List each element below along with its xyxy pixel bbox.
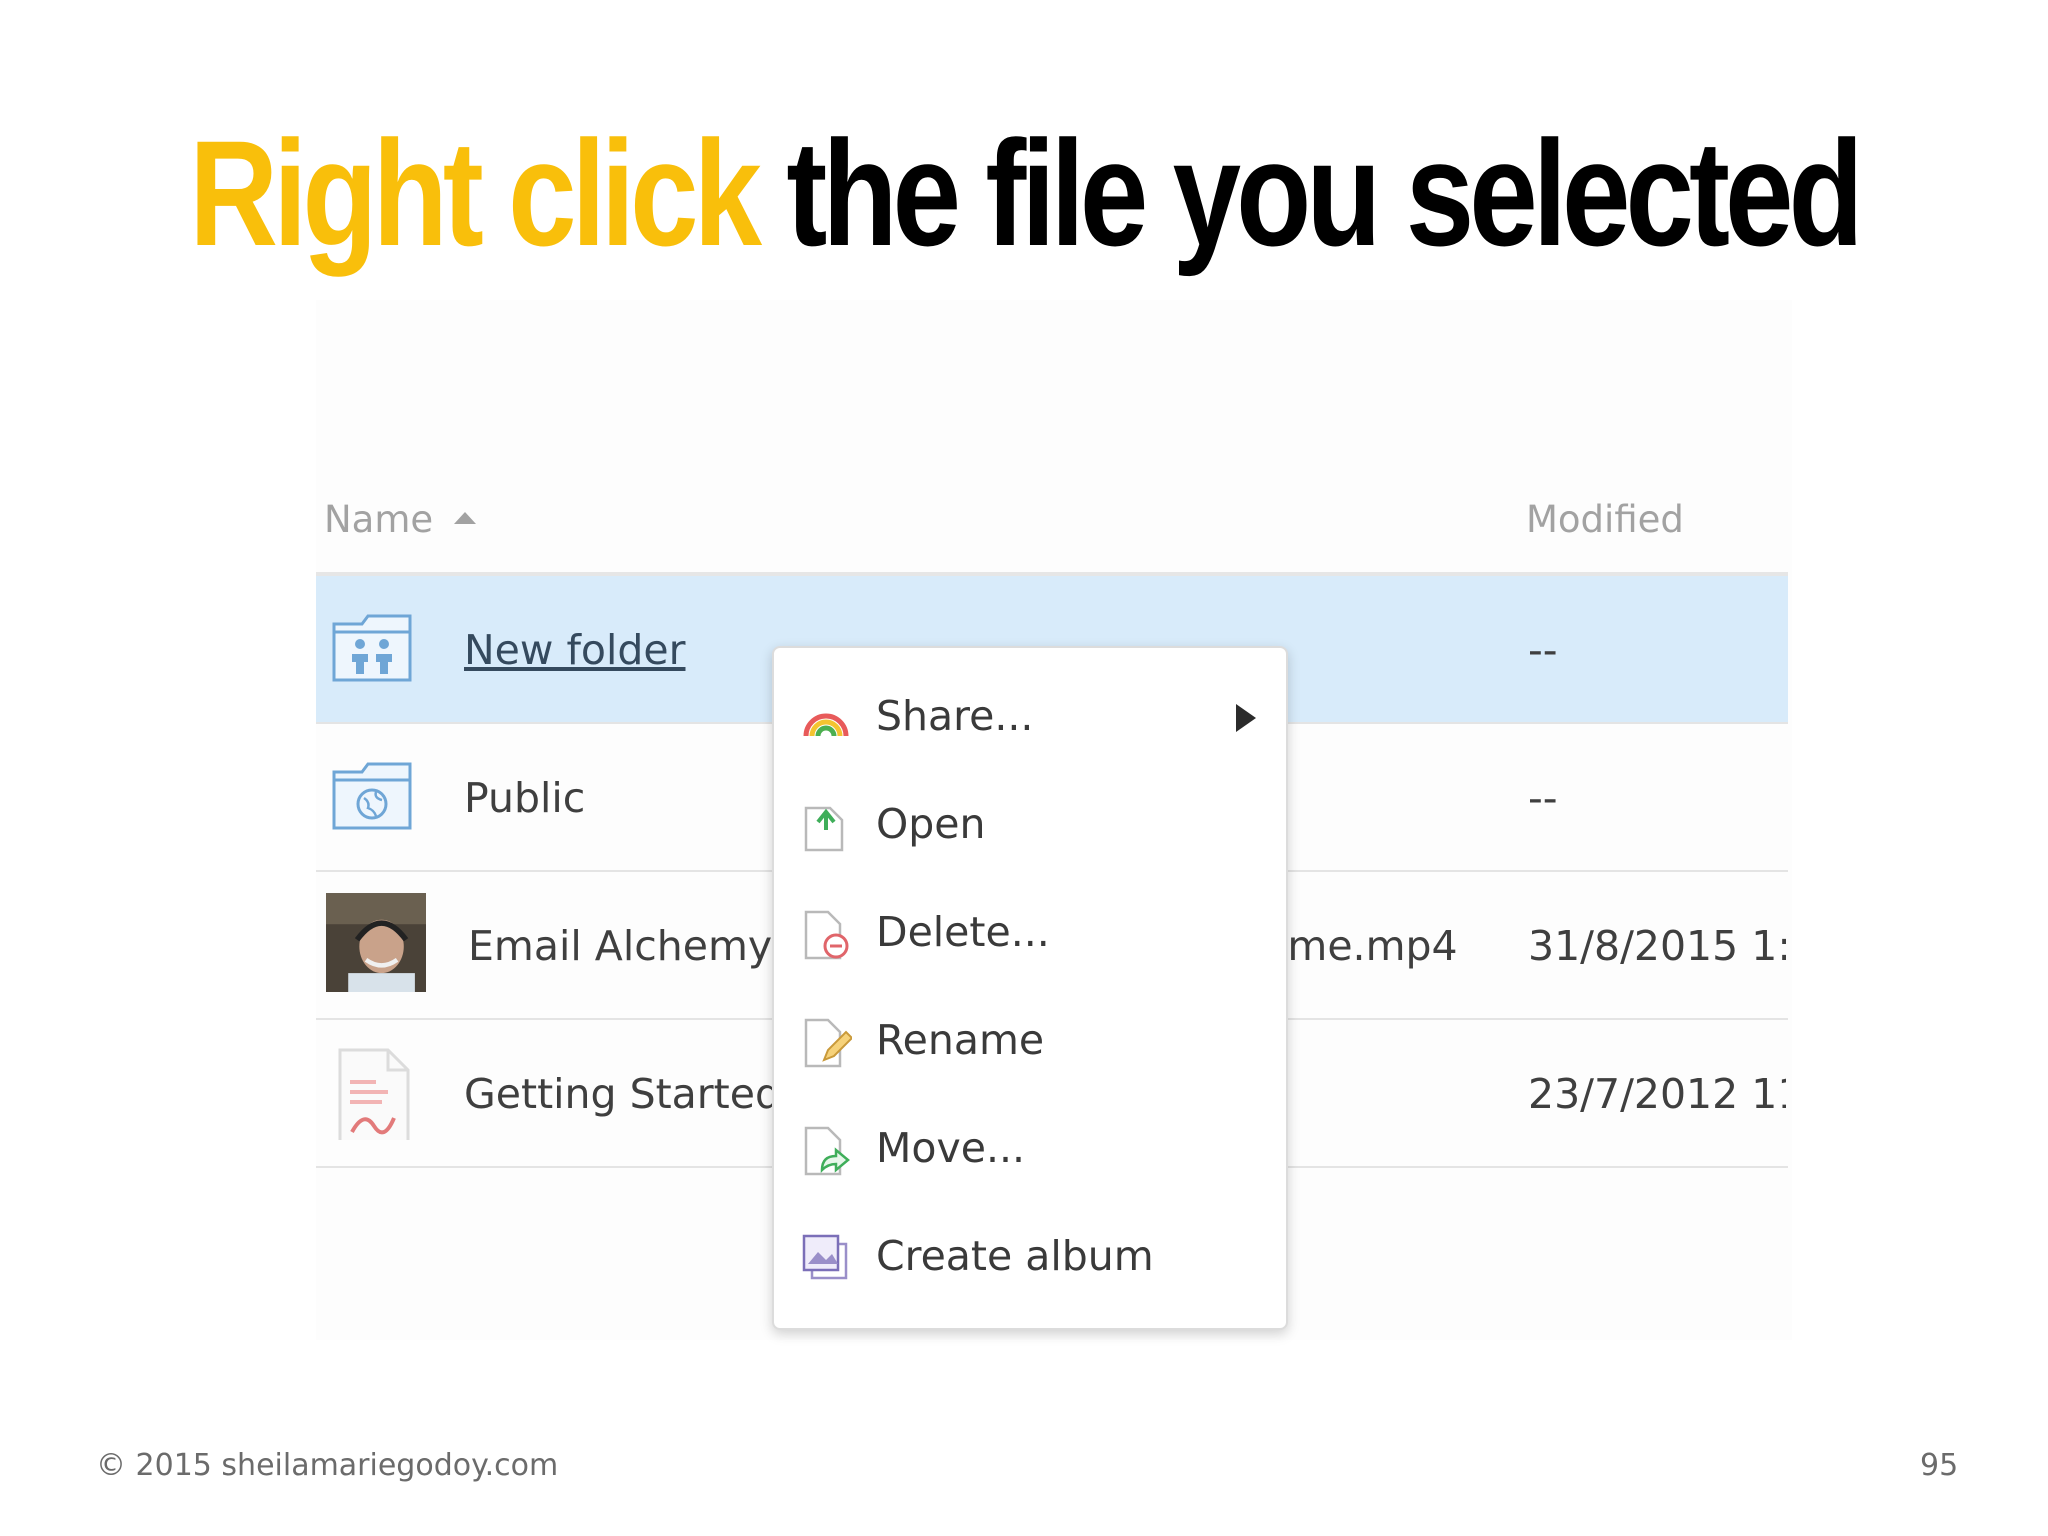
menu-item-delete[interactable]: Delete... (774, 882, 1286, 978)
menu-item-label: Move... (876, 1124, 1026, 1172)
rainbow-share-icon (803, 713, 849, 737)
file-browser: Name Modified New folder -- Public -- Em… (316, 300, 1792, 1340)
sort-ascending-icon[interactable] (454, 512, 476, 524)
file-modified: 23/7/2012 11 (1528, 1070, 1786, 1118)
menu-item-label: Create album (876, 1232, 1154, 1280)
slide-title-rest: the file you selected (786, 109, 1863, 277)
name-column-header[interactable]: Name (324, 498, 433, 541)
rename-icon (804, 1018, 852, 1068)
create-album-icon (802, 1234, 848, 1280)
file-name[interactable]: Getting Started. (464, 1070, 794, 1118)
shared-folder-icon (332, 614, 412, 682)
slide-title-highlight: Right click (189, 109, 762, 277)
file-name[interactable]: New folder (464, 626, 685, 674)
file-modified: 31/8/2015 1:2 (1528, 922, 1786, 970)
page-number: 95 (1920, 1448, 1959, 1483)
video-thumbnail (326, 893, 426, 992)
menu-item-label: Delete... (876, 908, 1050, 956)
pdf-document-icon (338, 1048, 410, 1140)
file-name[interactable]: Email Alchemy T (468, 922, 810, 970)
menu-item-label: Open (876, 800, 986, 848)
menu-item-create-album[interactable]: Create album (774, 1206, 1286, 1302)
footer-copyright: © 2015 sheilamariegodoy.com (96, 1448, 559, 1483)
public-folder-icon (332, 762, 412, 830)
slide-title: Right click the file you selected (184, 118, 1863, 268)
file-name[interactable]: Public (464, 774, 585, 822)
menu-item-open[interactable]: Open (774, 774, 1286, 870)
menu-item-label: Rename (876, 1016, 1045, 1064)
modified-column-header[interactable]: Modified (1526, 498, 1684, 541)
menu-item-move[interactable]: Move... (774, 1098, 1286, 1194)
move-icon (804, 1126, 850, 1176)
menu-item-rename[interactable]: Rename (774, 990, 1286, 1086)
menu-item-share[interactable]: Share... (774, 666, 1286, 762)
file-name-suffix: ime.mp4 (1276, 922, 1458, 970)
menu-item-label: Share... (876, 692, 1034, 740)
submenu-arrow-icon (1236, 704, 1256, 732)
file-modified: -- (1528, 774, 1558, 822)
context-menu: Share... Open Delete... Rename Move... C… (772, 646, 1288, 1330)
file-modified: -- (1528, 626, 1558, 674)
delete-icon (804, 910, 849, 960)
open-icon (804, 806, 844, 852)
